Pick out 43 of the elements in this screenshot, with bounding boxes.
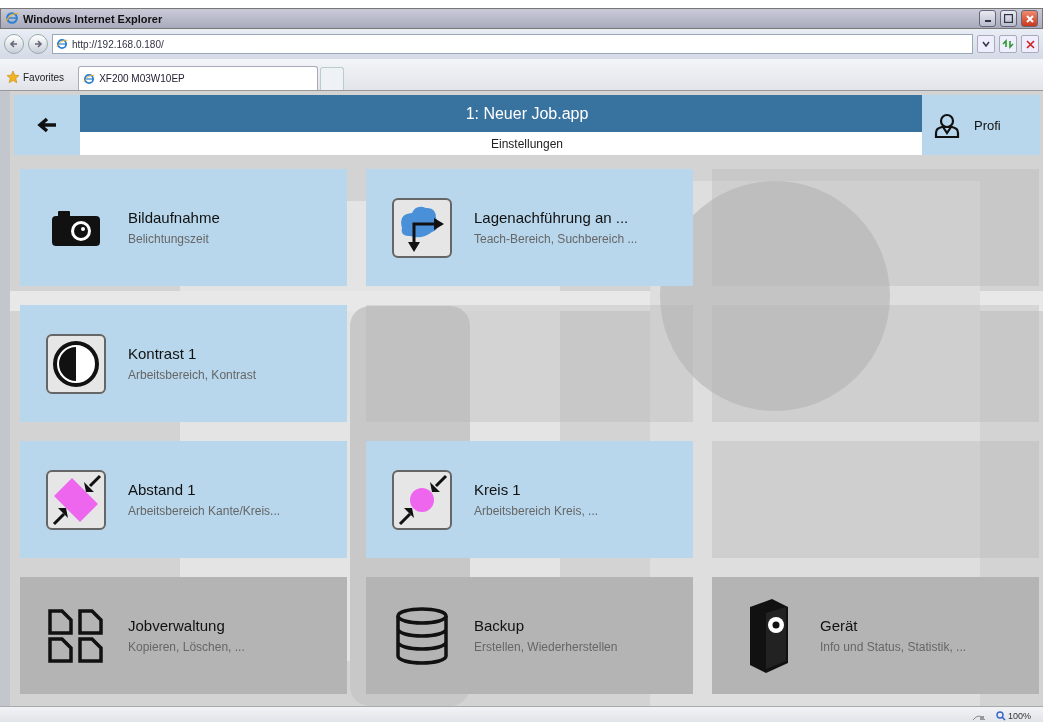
settings-tile[interactable]: Kontrast 1 Arbeitsbereich, Kontrast: [20, 305, 347, 422]
close-icon: [1025, 39, 1035, 49]
magnifier-icon: [995, 710, 1006, 721]
forward-arrow-icon: [33, 39, 43, 49]
back-button[interactable]: [4, 34, 24, 54]
database-icon: [394, 606, 450, 665]
minimize-button[interactable]: [979, 10, 996, 27]
contrast-icon: [46, 333, 106, 394]
caret-icon: [982, 41, 990, 47]
browser-logo-icon: [83, 72, 96, 85]
refresh-icon: [1002, 39, 1014, 49]
stop-button[interactable]: [1021, 35, 1039, 53]
settings-tile[interactable]: Lagenachführung an ... Teach-Bereich, Suchbereich ...: [366, 169, 693, 286]
maximize-icon: [1004, 14, 1013, 23]
back-arrow-icon: [37, 117, 57, 133]
minimize-icon: [984, 20, 991, 22]
settings-tile[interactable]: Jobverwaltung Kopieren, Löschen, ...: [20, 577, 347, 694]
zoom-button[interactable]: 100%: [995, 710, 1031, 721]
documents-icon: [47, 607, 105, 664]
dropdown-button[interactable]: [977, 35, 995, 53]
maximize-button[interactable]: [1000, 10, 1017, 27]
favorites-button[interactable]: Favorites: [6, 64, 65, 90]
profile-button[interactable]: Profi: [922, 95, 1040, 155]
window-title: Windows Internet Explorer: [23, 12, 163, 25]
close-icon: [1025, 14, 1034, 23]
user-icon: [934, 112, 960, 138]
settings-tile[interactable]: Bildaufnahme Belichtungszeit: [20, 169, 347, 286]
page-icon: [56, 38, 68, 50]
close-button[interactable]: [1021, 10, 1038, 27]
distance-icon: [46, 469, 106, 530]
browser-tab[interactable]: XF200 M03W10EP: [78, 66, 319, 90]
back-button[interactable]: [14, 95, 80, 155]
settings-tile[interactable]: Gerät Info und Status, Statistik, ...: [712, 577, 1039, 694]
settings-tile[interactable]: Kreis 1 Arbeitsbereich Kreis, ...: [366, 441, 693, 558]
circle-measure-icon: [392, 469, 452, 530]
settings-tile[interactable]: Backup Erstellen, Wiederherstellen: [366, 577, 693, 694]
back-arrow-icon: [9, 39, 19, 49]
star-icon: [6, 70, 20, 84]
address-field[interactable]: http://192.168.0.180/: [52, 34, 973, 54]
settings-tile[interactable]: Abstand 1 Arbeitsbereich Kante/Kreis...: [20, 441, 347, 558]
position-tracking-icon: [392, 197, 452, 258]
forward-button[interactable]: [28, 34, 48, 54]
browser-logo-icon: [5, 10, 19, 25]
